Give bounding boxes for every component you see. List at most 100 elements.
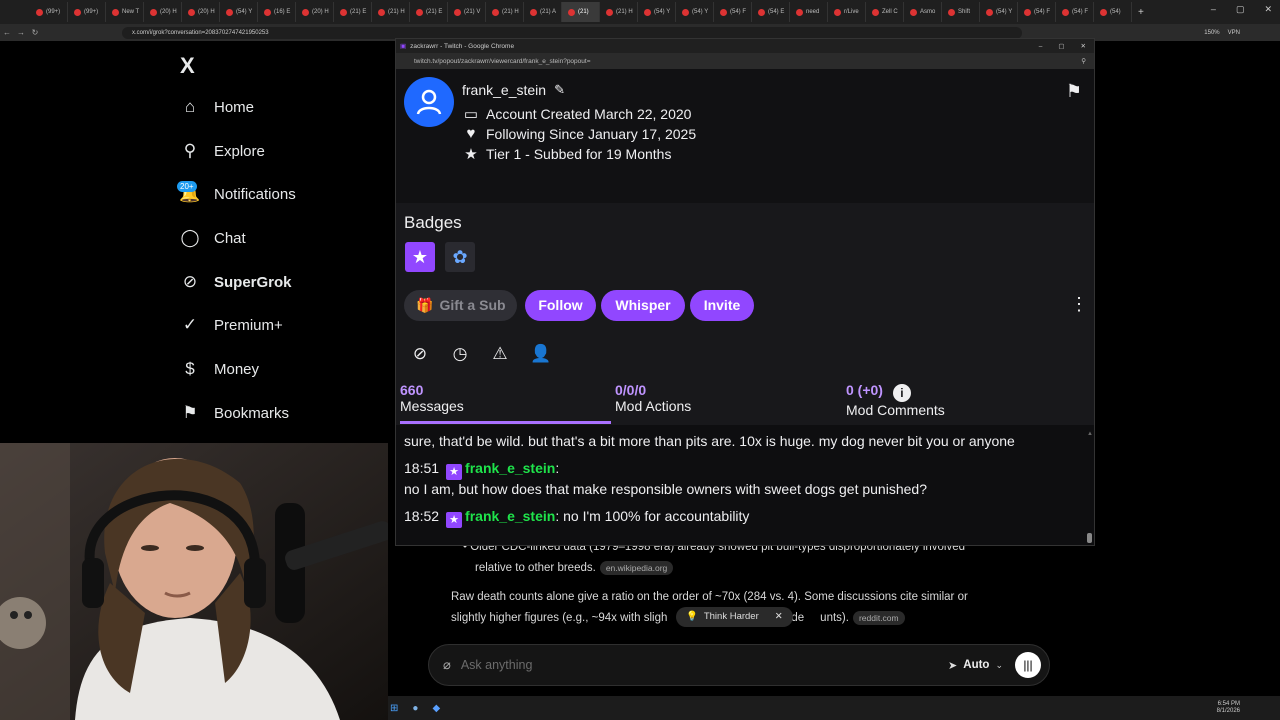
sidebar-item-bookmarks[interactable]: ⚑ Bookmarks <box>180 403 289 423</box>
info-icon[interactable]: i <box>892 384 911 402</box>
report-flag-icon[interactable]: ⚑ <box>1066 81 1082 102</box>
close-icon[interactable]: ✕ <box>1081 42 1086 50</box>
bullet-text-2: relative to other breeds. <box>475 562 596 574</box>
browser-tab[interactable]: (54) Y <box>676 2 714 22</box>
browser-tab[interactable]: (20) H <box>296 2 334 22</box>
chat-username[interactable]: frank_e_stein <box>465 508 555 524</box>
browser-tab[interactable]: (21) E <box>410 2 448 22</box>
maximize-icon[interactable]: ▢ <box>1058 42 1064 50</box>
browser-tab[interactable]: (20) H <box>144 2 182 22</box>
popup-url[interactable]: twitch.tv/popout/zackrawrr/viewercard/fr… <box>414 58 591 65</box>
chat-username[interactable]: frank_e_stein <box>465 460 555 476</box>
ask-input[interactable]: Ask anything <box>461 658 948 672</box>
browser-tab[interactable]: (21) V <box>448 2 486 22</box>
follow-button[interactable]: Follow <box>525 290 596 321</box>
sidebar-item-chat[interactable]: ◯ Chat <box>180 228 245 248</box>
add-mod-icon[interactable]: 👤 <box>530 344 551 364</box>
browser-tab[interactable]: (21) A <box>524 2 562 22</box>
browser-tab[interactable]: (21) H <box>372 2 410 22</box>
windows-start-icon[interactable]: ⊞ <box>390 703 398 714</box>
browser-tab[interactable]: (21) H <box>600 2 638 22</box>
browser-tab[interactable]: (99+) <box>30 2 68 22</box>
gift-a-sub-button[interactable]: 🎁 Gift a Sub <box>404 290 517 321</box>
maximize-icon[interactable]: ▢ <box>1236 4 1245 15</box>
flower-badge-icon[interactable]: ✿ <box>445 242 475 272</box>
browser-tab[interactable]: (20) H <box>182 2 220 22</box>
tab-favicon-icon <box>948 8 955 16</box>
reload-icon[interactable]: ↻ <box>28 28 42 37</box>
forward-icon[interactable]: → <box>14 28 28 37</box>
stat-mod-actions[interactable]: 0/0/0 Mod Actions <box>615 382 691 414</box>
sidebar-item-label: Money <box>214 360 260 378</box>
sidebar-item-premium[interactable]: ✓ Premium+ <box>180 315 283 335</box>
steam-icon[interactable]: ● <box>412 703 418 714</box>
sidebar-item-supergrok[interactable]: ⊘ SuperGrok <box>180 272 292 292</box>
edit-pencil-icon[interactable]: ✎ <box>554 82 565 98</box>
close-icon[interactable]: ✕ <box>775 607 783 627</box>
warning-icon[interactable]: ⚠ <box>490 344 510 364</box>
timeout-clock-icon[interactable]: ◷ <box>450 344 470 364</box>
chat-scrollbar[interactable]: ▲ <box>1087 431 1093 543</box>
x-logo[interactable]: X <box>180 53 195 79</box>
browser-tab[interactable]: Shift <box>942 2 980 22</box>
badges-title: Badges <box>404 213 462 232</box>
browser-tab[interactable]: New T <box>106 2 144 22</box>
browser-tab[interactable]: Asmo <box>904 2 942 22</box>
browser-tab[interactable]: (99+) <box>68 2 106 22</box>
zoom-icon[interactable]: ⚲ <box>1081 57 1086 65</box>
new-tab-icon[interactable]: + <box>1138 7 1144 18</box>
subscriber-star-badge-icon[interactable]: ★ <box>405 242 435 272</box>
browser-tab[interactable]: r/Live <box>828 2 866 22</box>
browser-tab[interactable]: (54) F <box>1056 2 1094 22</box>
invite-button[interactable]: Invite <box>690 290 754 321</box>
browser-tab[interactable]: (54) F <box>714 2 752 22</box>
webcam-image <box>0 443 388 720</box>
more-options-icon[interactable]: ⋮ <box>1070 294 1088 315</box>
close-icon[interactable]: ✕ <box>1264 4 1272 15</box>
browser-tab[interactable]: (54) F <box>1018 2 1056 22</box>
voice-mode-icon[interactable]: ||| <box>1015 652 1041 678</box>
browser-tab[interactable]: (54) E <box>752 2 790 22</box>
mode-select[interactable]: Auto <box>963 659 989 671</box>
stat-mod-comments[interactable]: 0 (+0) i Mod Comments <box>846 382 945 418</box>
sidebar-item-home[interactable]: ⌂ Home <box>180 97 254 117</box>
browser-tab[interactable]: (21) <box>562 2 600 22</box>
attach-icon[interactable]: ⌀ <box>443 657 451 673</box>
browser-tab[interactable]: (21) E <box>334 2 372 22</box>
tab-favicon-icon <box>1024 8 1031 16</box>
viewer-username[interactable]: frank_e_stein <box>462 82 546 98</box>
minimize-icon[interactable]: – <box>1211 4 1216 15</box>
browser-tab[interactable]: (16) E <box>258 2 296 22</box>
chat-message: no I am, but how does that make responsi… <box>404 481 927 497</box>
dollar-icon: $ <box>185 359 195 378</box>
minimize-icon[interactable]: – <box>1039 43 1043 50</box>
sidebar-item-notifications[interactable]: 🔔 Notifications <box>179 184 295 204</box>
user-icon <box>416 89 442 115</box>
source-chip[interactable]: en.wikipedia.org <box>599 561 674 575</box>
think-harder-button[interactable]: 💡 Think Harder ✕ <box>676 607 793 627</box>
source-chip[interactable]: reddit.com <box>852 611 905 625</box>
chevron-down-icon[interactable]: ⌄ <box>995 660 1003 671</box>
stat-messages[interactable]: 660 Messages <box>400 382 464 414</box>
whisper-button[interactable]: Whisper <box>601 290 685 321</box>
browser-tab[interactable]: need <box>790 2 828 22</box>
sidebar-item-explore[interactable]: ⚲ Explore <box>180 141 265 161</box>
vpn-badge[interactable]: VPN <box>1228 30 1240 36</box>
browser-tab[interactable]: (21) H <box>486 2 524 22</box>
sidebar-item-money[interactable]: $ Money <box>180 359 259 379</box>
ban-icon[interactable]: ⊘ <box>410 344 430 364</box>
url-field[interactable]: x.com/i/grok?conversation=20837027474219… <box>122 26 1022 39</box>
zoom-badge[interactable]: 150% <box>1204 30 1219 36</box>
browser-tab[interactable]: Zell C <box>866 2 904 22</box>
browser-tab[interactable]: (54) <box>1094 2 1132 22</box>
browser-tab[interactable]: (54) Y <box>638 2 676 22</box>
browser-tab[interactable]: (54) Y <box>980 2 1018 22</box>
tab-label: (54) Y <box>996 9 1013 15</box>
app-icon[interactable]: ◆ <box>432 703 440 714</box>
back-icon[interactable]: ← <box>0 28 14 37</box>
chat-timestamp: 18:51 <box>404 460 440 476</box>
ask-input-box[interactable]: ⌀ Ask anything ➤ Auto ⌄ ||| <box>428 644 1050 686</box>
browser-tab[interactable]: (54) Y <box>220 2 258 22</box>
tab-label: Shift <box>958 9 971 15</box>
tab-label: (54) E <box>768 9 785 15</box>
